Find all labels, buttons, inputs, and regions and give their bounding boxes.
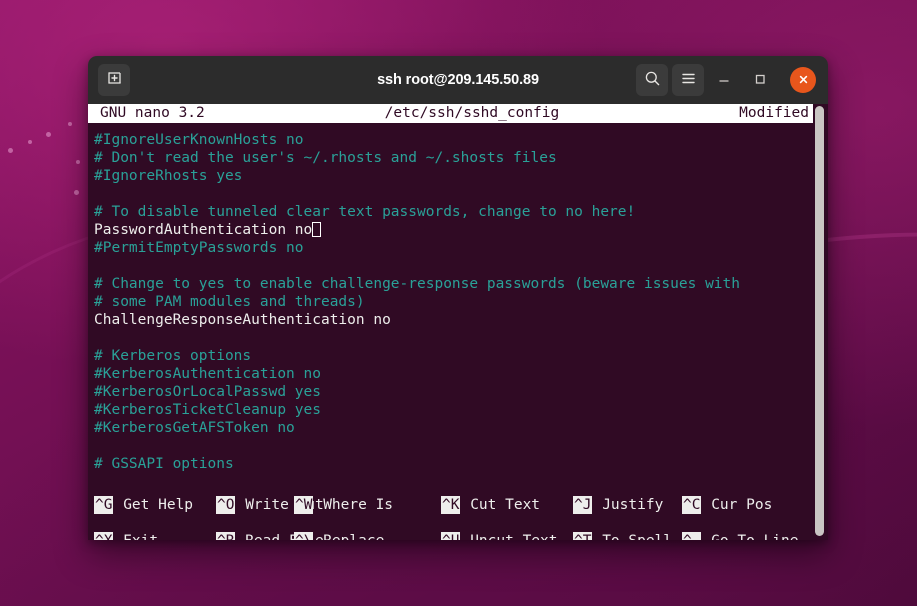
shortcut-item[interactable]: ^T To Spell	[573, 532, 672, 540]
editor-line: #KerberosTicketCleanup yes	[94, 401, 740, 419]
nano-version: GNU nano 3.2	[100, 104, 205, 123]
window-titlebar[interactable]: ssh root@209.145.50.89	[88, 56, 828, 104]
nano-title-bar: GNU nano 3.2 /etc/ssh/sshd_config Modifi…	[88, 104, 813, 123]
shortcut-label: Go To Line	[701, 532, 798, 540]
editor-line	[94, 257, 740, 275]
editor-line-text: #KerberosAuthentication no	[94, 366, 321, 382]
shortcut-item[interactable]: ^_ Go To Line	[682, 532, 799, 540]
shortcut-key: ^G	[94, 496, 113, 514]
editor-line-text: # Kerberos options	[94, 348, 251, 364]
nano-editor-text[interactable]: #IgnoreUserKnownHosts no # Don't read the…	[94, 131, 740, 473]
editor-line-text: #PermitEmptyPasswords no	[94, 240, 304, 256]
editor-line-text: # GSSAPI options	[94, 456, 234, 472]
shortcut-item[interactable]: ^X Exit	[94, 532, 158, 540]
text-cursor	[312, 222, 321, 237]
editor-line: # GSSAPI options	[94, 455, 740, 473]
maximize-button[interactable]	[744, 64, 776, 96]
shortcut-key: ^T	[573, 532, 592, 540]
editor-line: #IgnoreRhosts yes	[94, 167, 740, 185]
nano-shortcut-bar: ^G Get Help^O Write Out^W Where Is^K Cut…	[94, 496, 806, 532]
shortcut-key: ^R	[216, 532, 235, 540]
shortcut-key: ^W	[294, 496, 313, 514]
editor-line-text: #KerberosGetAFSToken no	[94, 420, 295, 436]
shortcut-label: To Spell	[592, 532, 672, 540]
wallpaper-dot	[74, 190, 79, 195]
shortcut-item[interactable]: ^C Cur Pos	[682, 496, 772, 514]
wallpaper-dot	[8, 148, 13, 153]
shortcut-row: ^G Get Help^O Write Out^W Where Is^K Cut…	[94, 496, 806, 514]
shortcut-item[interactable]: ^U Uncut Text	[441, 532, 558, 540]
editor-line-text: # Don't read the user's ~/.rhosts and ~/…	[94, 150, 557, 166]
search-icon	[644, 70, 661, 91]
shortcut-row: ^X Exit^R Read File^\ Replace^U Uncut Te…	[94, 514, 806, 532]
editor-line: #KerberosAuthentication no	[94, 365, 740, 383]
maximize-icon	[753, 71, 767, 90]
editor-line-text: PasswordAuthentication no	[94, 222, 312, 238]
new-tab-icon	[106, 70, 123, 91]
editor-line-text: # some PAM modules and threads)	[94, 294, 365, 310]
minimize-icon	[717, 71, 731, 90]
editor-line-text: #KerberosOrLocalPasswd yes	[94, 384, 321, 400]
nano-filename: /etc/ssh/sshd_config	[205, 104, 739, 123]
shortcut-key: ^_	[682, 532, 701, 540]
shortcut-key: ^J	[573, 496, 592, 514]
shortcut-key: ^U	[441, 532, 460, 540]
nano-modified-state: Modified	[739, 104, 809, 123]
editor-line: # Kerberos options	[94, 347, 740, 365]
editor-line	[94, 185, 740, 203]
search-button[interactable]	[636, 64, 668, 96]
editor-line-text: # To disable tunneled clear text passwor…	[94, 204, 635, 220]
editor-line: # Don't read the user's ~/.rhosts and ~/…	[94, 149, 740, 167]
shortcut-key: ^X	[94, 532, 113, 540]
wallpaper-dot	[68, 122, 72, 126]
editor-line-text: #IgnoreUserKnownHosts no	[94, 132, 304, 148]
editor-line	[94, 329, 740, 347]
editor-line: #KerberosOrLocalPasswd yes	[94, 383, 740, 401]
shortcut-item[interactable]: ^G Get Help	[94, 496, 193, 514]
terminal-scrollbar[interactable]	[815, 106, 824, 536]
editor-line: #IgnoreUserKnownHosts no	[94, 131, 740, 149]
shortcut-label: Justify	[592, 496, 663, 514]
editor-line: ChallengeResponseAuthentication no	[94, 311, 740, 329]
editor-line-text: #KerberosTicketCleanup yes	[94, 402, 321, 418]
close-icon	[797, 71, 810, 90]
menu-button[interactable]	[672, 64, 704, 96]
terminal-window: ssh root@209.145.50.89	[88, 56, 828, 540]
editor-line-text: # Change to yes to enable challenge-resp…	[94, 276, 740, 292]
shortcut-label: Cur Pos	[701, 496, 772, 514]
editor-line: #KerberosGetAFSToken no	[94, 419, 740, 437]
editor-line: # Change to yes to enable challenge-resp…	[94, 275, 740, 293]
wallpaper-dot	[46, 132, 51, 137]
shortcut-label: Exit	[113, 532, 158, 540]
shortcut-item[interactable]: ^J Justify	[573, 496, 663, 514]
shortcut-key: ^\	[294, 532, 313, 540]
hamburger-menu-icon	[680, 70, 697, 91]
shortcut-label: Replace	[313, 532, 384, 540]
shortcut-key: ^C	[682, 496, 701, 514]
terminal-body[interactable]: GNU nano 3.2 /etc/ssh/sshd_config Modifi…	[88, 104, 828, 540]
minimize-button[interactable]	[708, 64, 740, 96]
editor-line	[94, 437, 740, 455]
shortcut-key: ^O	[216, 496, 235, 514]
editor-line: # some PAM modules and threads)	[94, 293, 740, 311]
editor-line: PasswordAuthentication no	[94, 221, 740, 239]
wallpaper-dot	[28, 140, 32, 144]
shortcut-label: Uncut Text	[460, 532, 557, 540]
editor-line-text: #IgnoreRhosts yes	[94, 168, 242, 184]
editor-line: #PermitEmptyPasswords no	[94, 239, 740, 257]
close-button[interactable]	[790, 67, 816, 93]
new-tab-button[interactable]	[98, 64, 130, 96]
editor-line: # To disable tunneled clear text passwor…	[94, 203, 740, 221]
editor-line-text: ChallengeResponseAuthentication no	[94, 312, 391, 328]
shortcut-key: ^K	[441, 496, 460, 514]
shortcut-item[interactable]: ^\ Replace	[294, 532, 384, 540]
shortcut-item[interactable]: ^W Where Is	[294, 496, 393, 514]
shortcut-label: Where Is	[313, 496, 393, 514]
shortcut-label: Get Help	[113, 496, 193, 514]
shortcut-item[interactable]: ^K Cut Text	[441, 496, 540, 514]
wallpaper-dot	[76, 160, 80, 164]
shortcut-label: Cut Text	[460, 496, 540, 514]
